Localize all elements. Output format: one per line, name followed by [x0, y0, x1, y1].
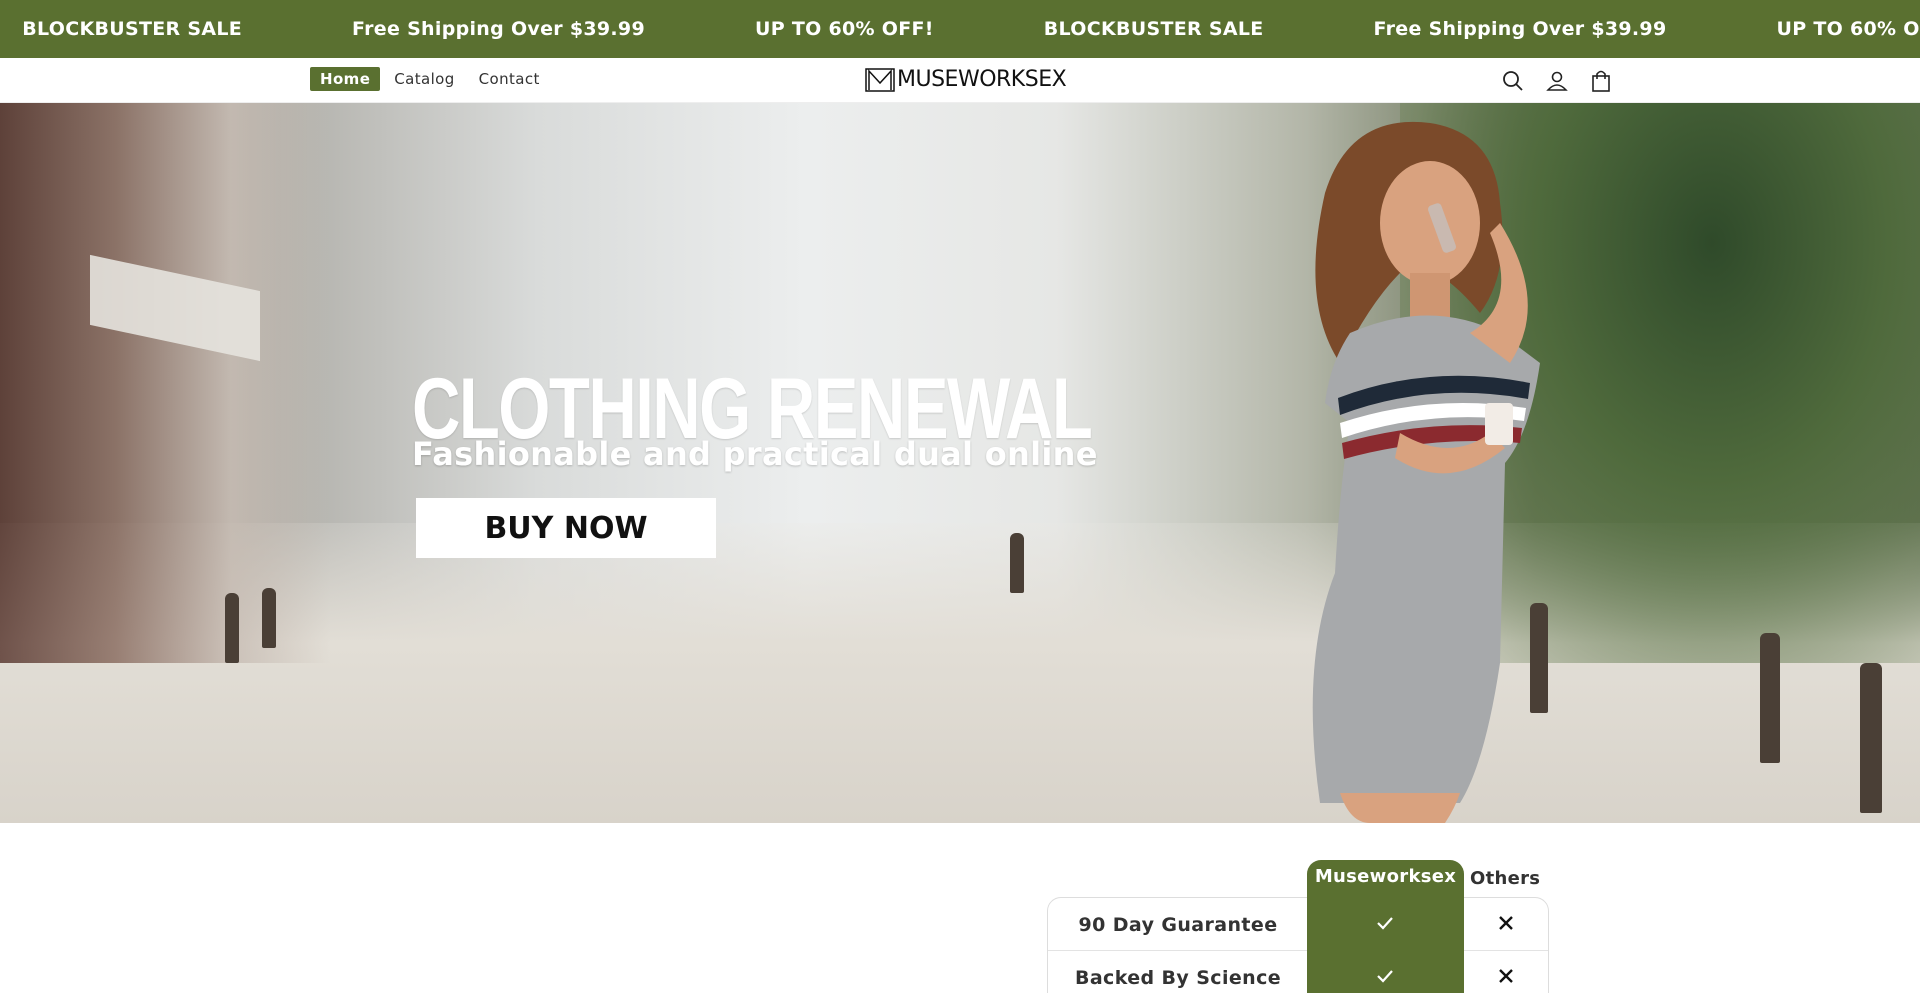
- nav-home[interactable]: Home: [310, 67, 381, 91]
- nav-contact[interactable]: Contact: [469, 67, 550, 91]
- hero-bollard: [262, 588, 276, 648]
- hero-bollard: [1760, 633, 1780, 763]
- search-icon[interactable]: [1500, 68, 1526, 94]
- check-icon: [1377, 917, 1393, 930]
- comparison-row-label: Backed By Science: [1074, 966, 1282, 989]
- announcement-item: UP TO 60% OFF!: [754, 18, 934, 40]
- hero-bollard: [1860, 663, 1882, 813]
- close-icon: [1499, 916, 1513, 930]
- logo-mark-icon: [865, 67, 895, 92]
- comparison-section: 90 Day Guarantee Backed By Science Musew…: [0, 823, 1920, 993]
- comparison-row: Backed By Science: [1048, 951, 1548, 993]
- header-icons: [1500, 68, 1632, 94]
- logo-text: MUSEWORKSEX: [897, 67, 1067, 92]
- announcement-item: BLOCKBUSTER SALE: [22, 18, 243, 40]
- check-icon: [1377, 970, 1393, 983]
- hero-model-image: [1312, 121, 1540, 823]
- brand-column-header: Museworksex: [1314, 866, 1457, 887]
- cart-icon[interactable]: [1588, 68, 1614, 94]
- site-header: Home Catalog Contact MUSEWORKSEX: [0, 58, 1920, 103]
- hero-banner: CLOTHING RENEWAL Fashionable and practic…: [0, 103, 1920, 823]
- comparison-table: 90 Day Guarantee Backed By Science: [1047, 897, 1549, 993]
- announcement-item: Free Shipping Over $39.99: [352, 18, 645, 40]
- hero-bollard: [225, 593, 239, 663]
- comparison-row-label: 90 Day Guarantee: [1078, 913, 1278, 936]
- announcement-item: UP TO 60% OFF!: [1776, 18, 1920, 40]
- brand-column: Museworksex: [1307, 860, 1464, 993]
- announcement-track: F! BLOCKBUSTER SALE Free Shipping Over $…: [0, 0, 1920, 58]
- buy-now-button[interactable]: BUY NOW: [416, 498, 716, 558]
- site-logo[interactable]: MUSEWORKSEX: [865, 67, 1067, 92]
- announcement-bar: F! BLOCKBUSTER SALE Free Shipping Over $…: [0, 0, 1920, 58]
- nav-catalog[interactable]: Catalog: [384, 67, 464, 91]
- account-icon[interactable]: [1544, 68, 1570, 94]
- announcement-item: Free Shipping Over $39.99: [1373, 18, 1667, 40]
- close-icon: [1499, 969, 1513, 983]
- comparison-row: 90 Day Guarantee: [1048, 898, 1548, 951]
- hero-subtitle: Fashionable and practical dual online: [412, 435, 1098, 473]
- others-column-header: Others: [1470, 868, 1541, 889]
- hero-bollard: [1010, 533, 1024, 593]
- announcement-item: BLOCKBUSTER SALE: [1043, 18, 1264, 40]
- hero-buildings-left: [0, 103, 330, 663]
- main-nav: Home Catalog Contact: [310, 67, 554, 91]
